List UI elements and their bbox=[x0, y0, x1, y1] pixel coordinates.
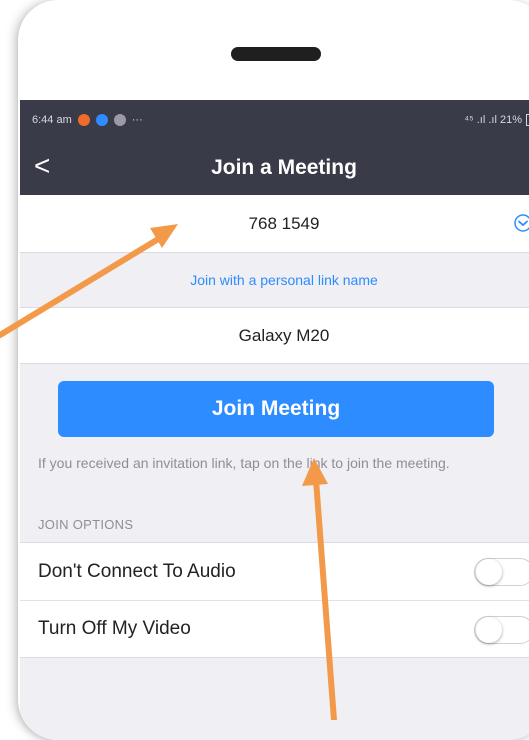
app-header: < Join a Meeting bbox=[20, 140, 529, 195]
option-label: Don't Connect To Audio bbox=[38, 560, 236, 582]
meeting-id-value[interactable]: 768 1549 bbox=[249, 214, 320, 234]
settings-icon bbox=[113, 114, 126, 126]
personal-link-name-link[interactable]: Join with a personal link name bbox=[20, 253, 529, 307]
back-icon[interactable]: < bbox=[34, 152, 50, 180]
meeting-id-field[interactable]: 768 1549 bbox=[20, 195, 529, 253]
page-title: Join a Meeting bbox=[211, 155, 357, 179]
notification-icon bbox=[77, 114, 90, 126]
app-screen: 6:44 am ··· ⁴⁵ .ıl .ıl 21% < Join a Meet… bbox=[20, 100, 529, 740]
join-options-list: Don't Connect To Audio Turn Off My Video bbox=[20, 542, 529, 658]
option-label: Turn Off My Video bbox=[38, 618, 191, 639]
option-dont-connect-audio: Don't Connect To Audio bbox=[20, 543, 529, 600]
status-time: 6:44 am bbox=[32, 114, 72, 126]
join-options-label: JOIN OPTIONS bbox=[38, 517, 134, 532]
more-notifications: ··· bbox=[131, 114, 143, 126]
chevron-down-icon[interactable] bbox=[514, 214, 529, 232]
audio-toggle[interactable] bbox=[474, 558, 529, 586]
signal-indicator: ⁴⁵ .ıl .ıl 21% bbox=[464, 114, 522, 126]
invitation-hint: If you received an invitation link, tap … bbox=[38, 455, 450, 471]
display-name-field[interactable]: Galaxy M20 bbox=[20, 307, 529, 364]
option-turn-off-video: Turn Off My Video bbox=[20, 600, 529, 657]
toggle-knob bbox=[476, 559, 502, 585]
status-bar: 6:44 am ··· ⁴⁵ .ıl .ıl 21% bbox=[20, 100, 529, 140]
join-meeting-button[interactable]: Join Meeting bbox=[58, 381, 494, 437]
phone-speaker bbox=[231, 47, 321, 61]
video-toggle[interactable] bbox=[474, 616, 529, 644]
toggle-knob bbox=[476, 617, 502, 643]
app-icon bbox=[95, 114, 108, 126]
phone-frame: 6:44 am ··· ⁴⁵ .ıl .ıl 21% < Join a Meet… bbox=[18, 0, 529, 740]
